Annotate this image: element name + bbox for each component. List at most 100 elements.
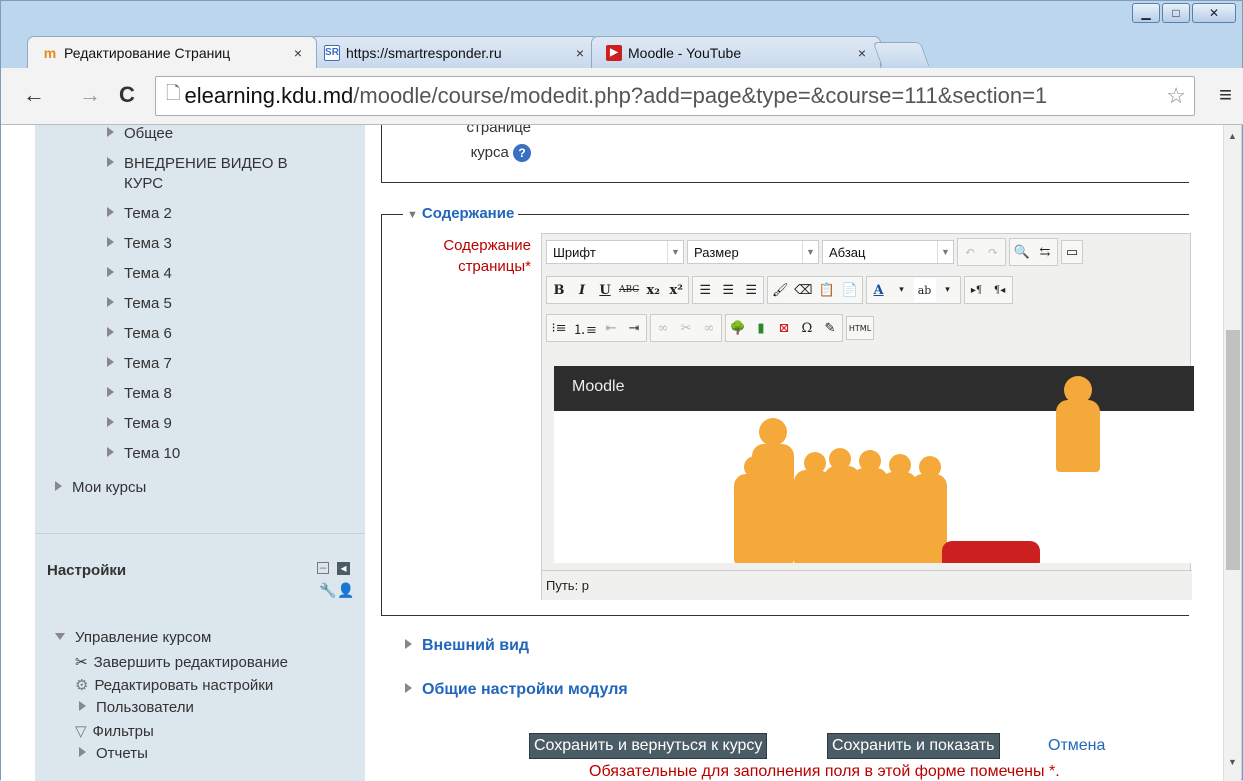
redo-icon[interactable]: ↷ xyxy=(982,240,1004,264)
tab-close-icon[interactable]: × xyxy=(858,45,866,61)
maximize-button[interactable]: □ xyxy=(1162,3,1190,23)
indent-icon[interactable]: ⇥ xyxy=(622,316,645,340)
text-color-icon[interactable]: A xyxy=(867,278,890,302)
sidebar-my-courses[interactable]: Мои курсы xyxy=(55,479,146,496)
figure-head xyxy=(759,418,787,446)
vertical-scrollbar[interactable]: ▲ ▼ xyxy=(1223,125,1241,781)
filters-link[interactable]: ▽ Фильтры xyxy=(75,722,154,740)
nolink-icon[interactable]: ⊠ xyxy=(772,316,795,340)
tab-close-icon[interactable]: × xyxy=(294,45,302,61)
link-label: Завершить редактирование xyxy=(93,654,288,671)
format-select[interactable]: Абзац ▼ xyxy=(822,240,954,264)
edit-settings-link[interactable]: ⚙ Редактировать настройки xyxy=(75,676,273,694)
font-select[interactable]: Шрифт ▼ xyxy=(546,240,684,264)
assign-roles-icon[interactable]: 👤 xyxy=(337,582,354,599)
close-window-button[interactable]: ✕ xyxy=(1192,3,1236,23)
minimize-button[interactable]: ▁ xyxy=(1132,3,1160,23)
fullscreen-icon[interactable]: ▭ xyxy=(1061,240,1083,264)
italic-button[interactable]: I xyxy=(571,278,593,302)
text-color-dropdown-icon[interactable]: ▾ xyxy=(890,278,913,302)
new-tab-button[interactable] xyxy=(872,42,930,66)
save-and-return-button[interactable]: Сохранить и вернуться к курсу xyxy=(529,733,768,759)
sidebar-item[interactable]: Тема 7 xyxy=(107,355,172,372)
scroll-down-icon[interactable]: ▼ xyxy=(1228,757,1237,767)
html-source-button[interactable]: HTML xyxy=(845,316,875,340)
sidebar-item[interactable]: Тема 4 xyxy=(107,265,172,282)
tab-youtube[interactable]: ▶ Moodle - YouTube × xyxy=(591,36,881,68)
sidebar-item[interactable]: Общее xyxy=(107,125,173,142)
collapse-arrow-icon: ▼ xyxy=(407,209,418,221)
unlink-icon[interactable]: ✂ xyxy=(674,316,697,340)
eraser-icon[interactable]: ⌫ xyxy=(792,278,815,302)
edit-icon[interactable]: ✎ xyxy=(818,316,841,340)
wrench-icon[interactable]: 🔧 xyxy=(319,582,336,599)
help-icon[interactable]: ? xyxy=(513,144,531,163)
reports-node[interactable]: Отчеты xyxy=(79,745,148,762)
paste-text-icon[interactable]: 📋 xyxy=(815,278,838,302)
link-icon[interactable]: ∞ xyxy=(651,316,674,340)
undo-icon[interactable]: ↶ xyxy=(959,240,981,264)
address-bar[interactable]: 🗋 elearning.kdu.md/moodle/course/modedit… xyxy=(155,76,1195,116)
find-icon[interactable]: 🔍 xyxy=(1011,240,1033,264)
back-button[interactable]: ← xyxy=(23,82,45,108)
save-and-display-button[interactable]: Сохранить и показать xyxy=(827,733,1000,759)
youtube-play-button[interactable] xyxy=(942,541,1040,563)
collapse-block-icon[interactable]: – xyxy=(317,561,329,574)
anchor-icon[interactable]: ∞ xyxy=(697,316,720,340)
highlight-color-icon[interactable]: ab xyxy=(913,278,936,302)
bullet-list-icon[interactable]: ⁝≡ xyxy=(548,316,570,340)
dock-block-icon[interactable]: ◂ xyxy=(337,562,350,575)
common-settings-section-toggle[interactable]: Общие настройки модуля xyxy=(405,681,628,699)
bold-button[interactable]: B xyxy=(548,278,570,302)
course-admin-node[interactable]: Управление курсом xyxy=(55,629,211,646)
tab-close-icon[interactable]: × xyxy=(576,45,584,61)
sidebar-item[interactable]: Тема 5 xyxy=(107,295,172,312)
sidebar-item[interactable]: Тема 2 xyxy=(107,205,172,222)
align-left-icon[interactable]: ☰ xyxy=(694,278,717,302)
chrome-menu-icon[interactable]: ≡ xyxy=(1219,82,1232,108)
strikethrough-button[interactable]: ABC xyxy=(617,278,642,302)
size-select[interactable]: Размер ▼ xyxy=(687,240,819,264)
content-section-toggle[interactable]: ▼ Содержание xyxy=(403,205,519,222)
cancel-link[interactable]: Отмена xyxy=(1048,737,1105,755)
superscript-button[interactable]: x² xyxy=(665,278,688,302)
paste-word-icon[interactable]: 📄 xyxy=(838,278,861,302)
appearance-section-toggle[interactable]: Внешний вид xyxy=(405,637,529,655)
users-node[interactable]: Пользователи xyxy=(79,699,194,716)
underline-button[interactable]: U xyxy=(594,278,616,302)
highlight-dropdown-icon[interactable]: ▾ xyxy=(936,278,959,302)
replace-icon[interactable]: ⇆ xyxy=(1034,240,1056,264)
reload-button[interactable]: C xyxy=(119,82,135,108)
sidebar-item[interactable]: ВНЕДРЕНИЕ ВИДЕО В xyxy=(107,155,288,172)
sidebar-item[interactable]: Тема 3 xyxy=(107,235,172,252)
tab-smartresponder[interactable]: SR https://smartresponder.ru × xyxy=(309,36,599,68)
subscript-button[interactable]: x₂ xyxy=(642,278,665,302)
media-icon[interactable]: ▮ xyxy=(749,316,772,340)
sidebar-item[interactable]: Тема 9 xyxy=(107,415,172,432)
cleanup-icon[interactable]: 🖌 xyxy=(769,278,792,302)
sidebar-item-label-cont[interactable]: КУРС xyxy=(124,175,163,192)
outdent-icon[interactable]: ⇤ xyxy=(599,316,622,340)
finish-editing-link[interactable]: ✂ Завершить редактирование xyxy=(75,653,288,671)
scroll-up-icon[interactable]: ▲ xyxy=(1228,131,1237,141)
numbered-list-icon[interactable]: ⒈≡ xyxy=(571,316,599,340)
image-icon[interactable]: 🌳 xyxy=(726,316,749,340)
tinymce-editor[interactable]: Шрифт ▼ Размер ▼ Абзац ▼ ↶ ↷ 🔍 ⇆ ▭ B I U… xyxy=(541,233,1194,600)
embedded-video[interactable]: Moodle xyxy=(554,366,1194,563)
link-label: Пользователи xyxy=(96,699,194,716)
sidebar-item[interactable]: Тема 8 xyxy=(107,385,172,402)
align-right-icon[interactable]: ☰ xyxy=(740,278,763,302)
expand-arrow-icon xyxy=(405,639,412,649)
bookmark-star-icon[interactable]: ☆ xyxy=(1166,83,1186,109)
expand-arrow-icon xyxy=(107,207,114,217)
sidebar-item[interactable]: Тема 6 xyxy=(107,325,172,342)
expand-arrow-icon xyxy=(107,387,114,397)
scrollbar-thumb[interactable] xyxy=(1226,330,1240,570)
forward-button[interactable]: → xyxy=(79,82,101,108)
omega-button[interactable]: Ω xyxy=(795,316,818,340)
align-center-icon[interactable]: ☰ xyxy=(717,278,740,302)
tab-moodle-edit[interactable]: m Редактирование Страниц × xyxy=(27,36,317,68)
ltr-icon[interactable]: ▸¶ xyxy=(965,278,988,302)
rtl-icon[interactable]: ¶◂ xyxy=(988,278,1011,302)
sidebar-item[interactable]: Тема 10 xyxy=(107,445,180,462)
